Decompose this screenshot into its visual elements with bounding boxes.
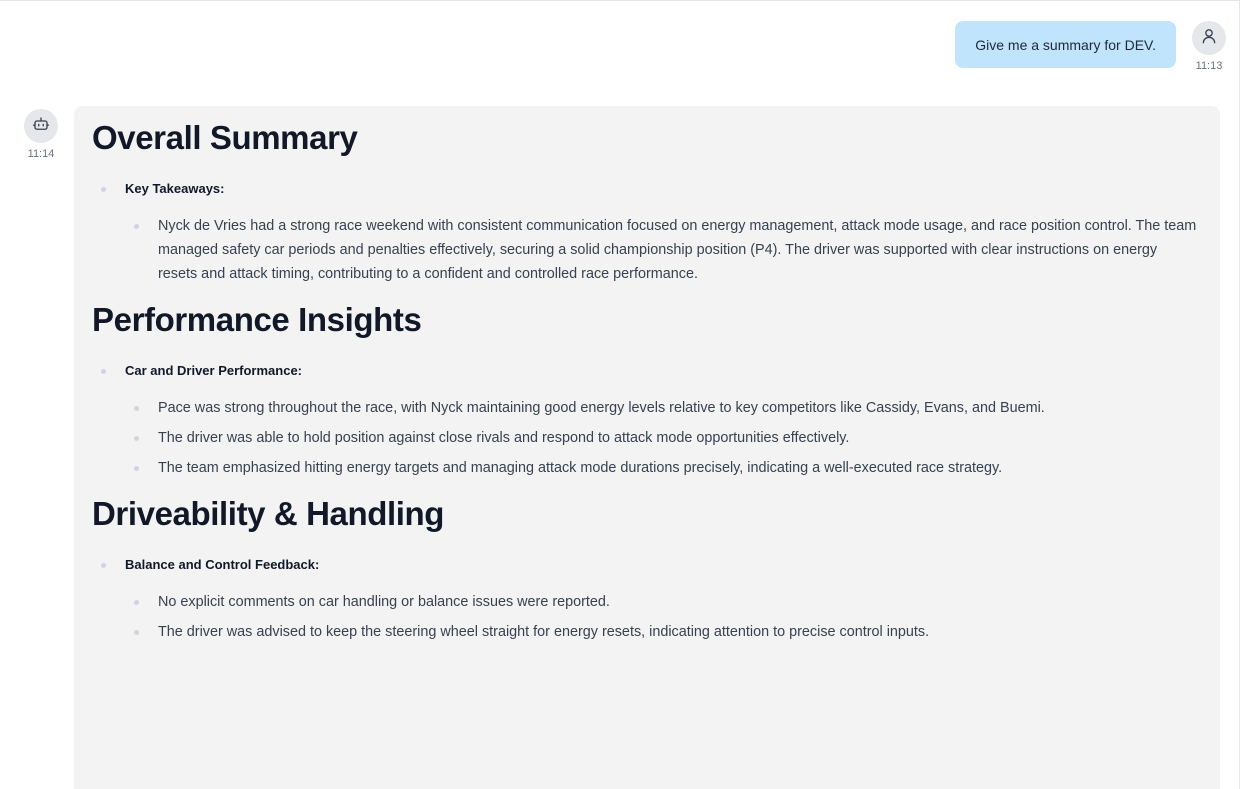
sub-list-item: The driver was able to hold position aga… <box>125 426 1200 450</box>
bot-message-time: 11:14 <box>27 148 55 160</box>
section-title: Driveability & Handling <box>92 495 445 532</box>
bullet-list: Balance and Control Feedback: No explici… <box>92 556 1200 644</box>
user-avatar-column: 11:13 <box>1189 21 1229 73</box>
sub-bullet-list: Pace was strong throughout the race, wit… <box>125 396 1200 480</box>
sub-list-item: The driver was advised to keep the steer… <box>125 620 1200 644</box>
sub-bullet-list: Nyck de Vries had a strong race weekend … <box>125 214 1200 286</box>
section-title: Overall Summary <box>92 119 358 156</box>
user-message: Give me a summary for DEV. 11:13 <box>955 21 1229 73</box>
sub-list-item: The team emphasized hitting energy targe… <box>125 456 1200 480</box>
sub-list-item: No explicit comments on car handling or … <box>125 590 1200 614</box>
list-item-label: Car and Driver Performance: <box>125 363 303 378</box>
list-item: Car and Driver Performance: Pace was str… <box>92 362 1200 480</box>
list-item-label: Balance and Control Feedback: <box>125 557 320 572</box>
bullet-list: Key Takeaways: Nyck de Vries had a stron… <box>92 180 1200 286</box>
user-message-bubble: Give me a summary for DEV. <box>955 21 1176 68</box>
list-item-label: Key Takeaways: <box>125 181 225 196</box>
user-icon <box>1200 27 1218 50</box>
user-message-time: 11:13 <box>1195 60 1223 72</box>
bullet-list: Car and Driver Performance: Pace was str… <box>92 362 1200 480</box>
section-title: Performance Insights <box>92 301 422 338</box>
sub-list-item: Nyck de Vries had a strong race weekend … <box>125 214 1200 286</box>
user-avatar <box>1192 21 1226 55</box>
sub-bullet-list: No explicit comments on car handling or … <box>125 590 1200 644</box>
bot-message-bubble: Overall Summary Key Takeaways: Nyck de V… <box>74 106 1220 789</box>
bot-avatar-column: 11:14 <box>21 109 61 161</box>
list-item: Key Takeaways: Nyck de Vries had a stron… <box>92 180 1200 286</box>
chat-window: Give me a summary for DEV. 11:13 11:14 O… <box>0 0 1240 789</box>
list-item: Balance and Control Feedback: No explici… <box>92 556 1200 644</box>
bot-avatar <box>24 109 58 143</box>
robot-icon <box>32 115 50 138</box>
sub-list-item: Pace was strong throughout the race, wit… <box>125 396 1200 420</box>
